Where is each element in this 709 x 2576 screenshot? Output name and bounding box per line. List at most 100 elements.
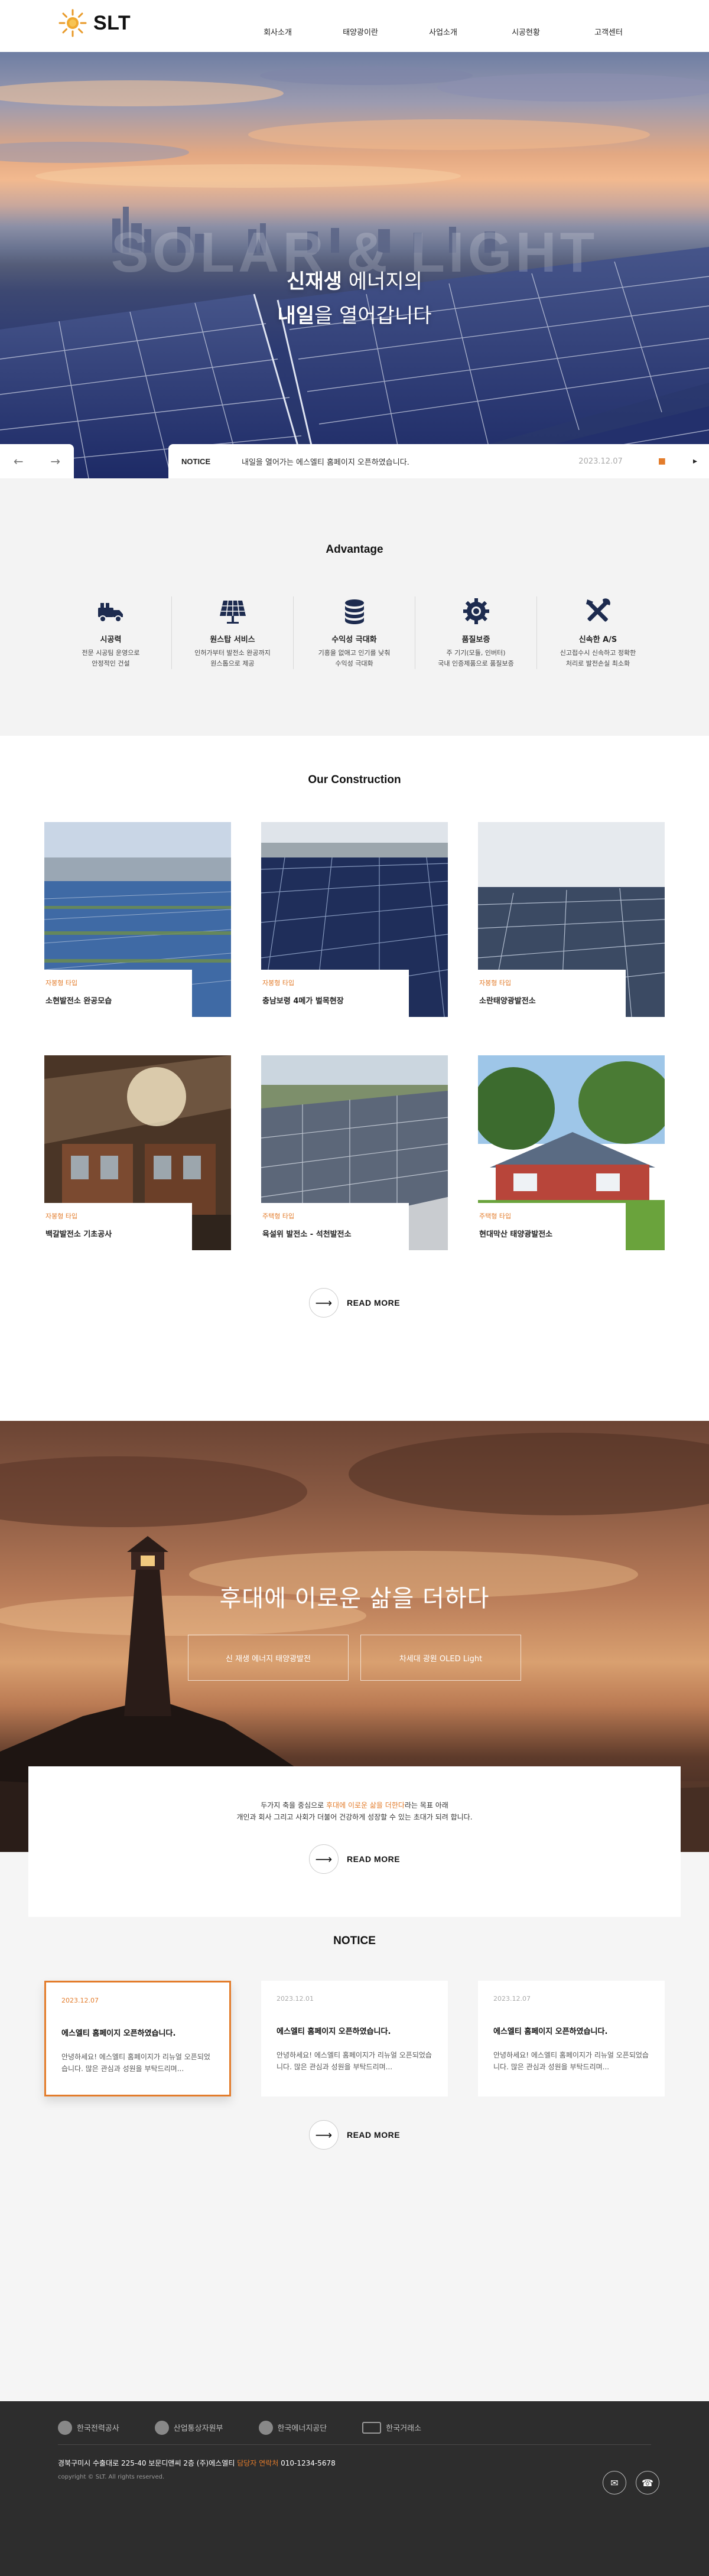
- advantage-desc-line: 수익성 극대화: [335, 660, 373, 667]
- vision-text-1: 두가지 축을 중심으로 후대에 이로운 삶을 더한다라는 목표 아래: [28, 1799, 681, 1811]
- construction-card[interactable]: 자봉형 타입 충남보령 4메가 벌목현장: [261, 822, 448, 1017]
- advantage-item: 원스탑 서비스 인허가부터 발전소 완공까지 원스톱으로 제공: [172, 596, 294, 669]
- notice-ticker-body[interactable]: NOTICE 내일을 열어가는 에스엘티 홈페이지 오픈하였습니다. 2023.…: [168, 444, 709, 478]
- partner-name: 한국전력공사: [77, 2424, 119, 2433]
- card-title: 소현발전소 완공모습: [45, 997, 112, 1006]
- main-nav: 회사소개 태양광이란 사업소개 시공현황 고객센터: [236, 0, 650, 52]
- section-title-advantage: Advantage: [326, 543, 383, 556]
- notice-card-date: 2023.12.01: [277, 1995, 314, 2003]
- advantage-item: 시공력 전문 시공팀 운영으로안정적인 건설: [50, 596, 172, 669]
- mail-icon[interactable]: ✉: [603, 2471, 626, 2495]
- notice-card-body: 안녕하세요! 에스엘티 홈페이지가 리뉴얼 오픈되었습니다. 많은 관심과 성원…: [61, 2053, 210, 2073]
- hero-banner: SOLAR & LIGHT 신재생 에너지의 내일을 열어갑니다: [0, 52, 709, 478]
- advantage-name: 신속한 A/S: [578, 635, 617, 644]
- notice-controls: ■ ▸: [658, 456, 697, 466]
- readmore-label: READ MORE: [346, 2130, 401, 2140]
- notice-text[interactable]: 내일을 열어가는 에스엘티 홈페이지 오픈하였습니다.: [242, 456, 578, 467]
- vision-card: 두가지 축을 중심으로 후대에 이로운 삶을 더한다라는 목표 아래 개인과 회…: [28, 1766, 681, 1917]
- address-text: 경북구미시 수출대로 225-40 보문디앤씨 2층 (주)에스엘티: [58, 2459, 238, 2467]
- notice-card-date: 2023.12.07: [493, 1995, 531, 2003]
- nav-item-support[interactable]: 고객센터: [567, 26, 650, 37]
- advantage-name: 수익성 극대화: [331, 635, 377, 644]
- construction-card[interactable]: 자봉형 타입소현발전소 완공모습: [44, 822, 231, 1017]
- construction-readmore-button[interactable]: ⟶ READ MORE: [0, 1288, 709, 1318]
- krx-logo-icon: [362, 2421, 382, 2434]
- notice-card[interactable]: 2023.12.07 에스엘티 홈페이지 오픈하였습니다. 안녕하세요! 에스엘…: [44, 1981, 231, 2096]
- nav-item-about[interactable]: 회사소개: [236, 26, 319, 37]
- construction-card[interactable]: 자봉형 타입소란태양광발전소: [478, 822, 665, 1017]
- partner-kea[interactable]: 한국에너지공단: [258, 2420, 327, 2435]
- construction-card[interactable]: 자봉형 타입 백갈발전소 기초공사: [44, 1055, 231, 1250]
- advantage-desc-line: 안정적인 건설: [92, 660, 130, 667]
- phone-icon[interactable]: ☎: [636, 2471, 659, 2495]
- advantage-section: Advantage 시공력 전문 시공팀 운영으로안정적인 건설 원스탑 서비스…: [0, 478, 709, 736]
- pause-icon[interactable]: ■: [658, 456, 666, 466]
- oled-light-button[interactable]: 차세대 광원 OLED Light: [360, 1635, 521, 1681]
- hero-rest-2: 을 열어갑니다: [314, 304, 432, 328]
- contact-phone: 010-1234-5678: [278, 2459, 336, 2467]
- hero-strong-2: 내일: [277, 304, 315, 328]
- next-arrow-icon[interactable]: →: [50, 454, 60, 468]
- advantage-item: 수익성 극대화 기흥을 없애고 인기를 낮춰 수익성 극대화: [294, 596, 415, 669]
- advantage-desc-line: 처리로 발전손실 최소화: [565, 660, 630, 667]
- vision-text-part: 라는 목표 아래: [404, 1801, 448, 1809]
- solar-energy-button[interactable]: 신 재생 에너지 태양광발전: [188, 1635, 349, 1681]
- notice-card-date: 2023.12.07: [61, 1997, 99, 2004]
- vision-buttons: 신 재생 에너지 태양광발전 차세대 광원 OLED Light: [0, 1635, 709, 1681]
- partner-name: 한국에너지공단: [277, 2424, 327, 2433]
- notice-card-title: 에스엘티 홈페이지 오픈하였습니다.: [493, 2027, 608, 2036]
- logo[interactable]: SLT: [58, 8, 131, 38]
- partner-krx[interactable]: 한국거래소: [362, 2421, 422, 2434]
- footer-icons: ✉ ☎: [603, 2471, 659, 2495]
- card-category: 자봉형 타입: [262, 979, 295, 987]
- arrow-right-icon: ⟶: [308, 1288, 339, 1318]
- advantage-desc-line: 국내 인증제품으로 품질보증: [438, 660, 514, 667]
- advantage-desc-line: 전문 시공팀 운영으로: [82, 649, 140, 657]
- card-category: 주택형 타입: [479, 1212, 512, 1220]
- kepco-logo-icon: [58, 2420, 72, 2435]
- construction-card[interactable]: 주택형 타입육설위 발전소 - 석천발전소: [261, 1055, 448, 1250]
- site-header: SLT 회사소개 태양광이란 사업소개 시공현황 고객센터: [0, 0, 709, 52]
- hero-strong-1: 신재생: [287, 270, 342, 294]
- card-title: 육설위 발전소 - 석천발전소: [262, 1230, 352, 1239]
- vision-readmore-button[interactable]: ⟶ READ MORE: [28, 1844, 681, 1874]
- arrow-right-icon: ⟶: [308, 1844, 339, 1874]
- notice-readmore-button[interactable]: ⟶ READ MORE: [0, 2120, 709, 2150]
- contact-label: 담당자 연락처: [237, 2459, 279, 2467]
- card-title: 소란태양광발전소: [479, 997, 536, 1006]
- notice-card[interactable]: 2023.12.07 에스엘티 홈페이지 오픈하였습니다. 안녕하세요! 에스엘…: [478, 1981, 665, 2096]
- prev-arrow-icon[interactable]: ←: [14, 454, 24, 468]
- tools-icon: [586, 598, 610, 622]
- notice-card-body: 안녕하세요! 에스엘티 홈페이지가 리뉴얼 오픈되었습니다. 많은 관심과 성원…: [277, 2051, 432, 2071]
- advantage-name: 원스탑 서비스: [210, 635, 255, 644]
- card-category: 자봉형 타입: [45, 979, 78, 987]
- advantage-desc-line: 신고접수시 신속하고 정확한: [560, 649, 636, 657]
- construction-card[interactable]: 주택형 타입 현대막산 태양광발전소: [478, 1055, 665, 1250]
- motie-logo-icon: [154, 2420, 169, 2435]
- vision-section: 후대에 이로운 삶을 더하다 신 재생 에너지 태양광발전 차세대 광원 OLE…: [0, 1421, 709, 1917]
- advantage-desc-line: 주 기기(모듈, 인버터): [446, 649, 506, 657]
- advantage-desc-line: 인허가부터 발전소 완공까지: [194, 649, 271, 657]
- partner-kepco[interactable]: 한국전력공사: [58, 2420, 119, 2435]
- notice-card-title: 에스엘티 홈페이지 오픈하였습니다.: [277, 2027, 391, 2036]
- footer-address: 경북구미시 수출대로 225-40 보문디앤씨 2층 (주)에스엘티 담당자 연…: [58, 2458, 651, 2468]
- nav-item-construction[interactable]: 시공현황: [484, 26, 567, 37]
- nav-item-solar[interactable]: 태양광이란: [319, 26, 402, 37]
- play-icon[interactable]: ▸: [693, 456, 697, 466]
- nav-item-business[interactable]: 사업소개: [402, 26, 484, 37]
- advantage-desc: 인허가부터 발전소 완공까지 원스톱으로 제공: [178, 648, 287, 669]
- advantage-list: 시공력 전문 시공팀 운영으로안정적인 건설 원스탑 서비스 인허가부터 발전소…: [0, 596, 709, 669]
- truck-icon: [97, 603, 123, 622]
- card-category: 주택형 타입: [262, 1212, 295, 1220]
- partner-motie[interactable]: 산업통상자원부: [154, 2420, 223, 2435]
- notice-ticker: ← → NOTICE 내일을 열어가는 에스엘티 홈페이지 오픈하였습니다. 2…: [0, 444, 709, 478]
- partner-name: 한국거래소: [386, 2424, 422, 2433]
- advantage-name: 품질보증: [461, 635, 490, 644]
- readmore-label: READ MORE: [346, 1854, 401, 1864]
- notice-label: NOTICE: [181, 456, 211, 466]
- kea-logo-icon: [258, 2420, 273, 2435]
- card-category: 자봉형 타입: [479, 979, 512, 987]
- notice-gap: [74, 444, 168, 478]
- advantage-name: 시공력: [100, 635, 122, 644]
- notice-card[interactable]: 2023.12.01 에스엘티 홈페이지 오픈하였습니다. 안녕하세요! 에스엘…: [261, 1981, 448, 2096]
